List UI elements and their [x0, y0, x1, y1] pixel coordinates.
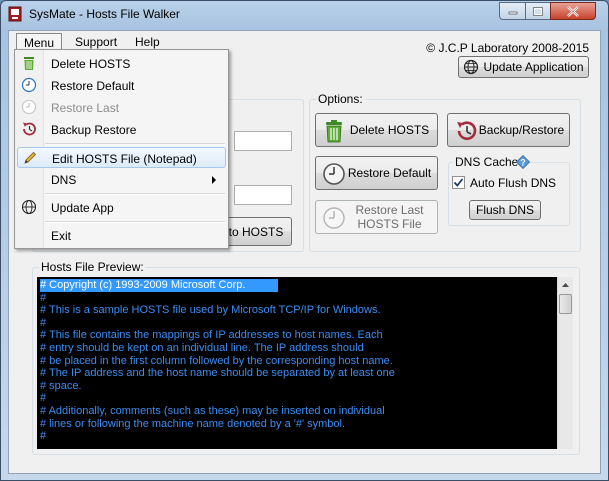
hosts-preview-label: Hosts File Preview: — [39, 260, 146, 274]
vertical-scrollbar[interactable] — [557, 277, 573, 449]
window-title: SysMate - Hosts File Walker — [29, 7, 180, 21]
clock-icon — [323, 163, 345, 185]
scroll-up-button[interactable] — [558, 277, 573, 293]
menu-item-dns[interactable]: DNS — [17, 169, 226, 190]
menu-item-label: Restore Last — [51, 101, 120, 115]
menu-separator — [45, 193, 225, 195]
preview-line: # — [40, 316, 47, 329]
preview-line: # — [40, 392, 47, 405]
ip-address-field[interactable] — [234, 185, 292, 205]
scroll-thumb[interactable] — [559, 294, 572, 314]
pencil-icon — [24, 151, 37, 164]
backup-restore-icon — [457, 121, 477, 140]
globe-icon — [464, 59, 479, 75]
hostname-field[interactable] — [234, 131, 292, 151]
menu-item-delete-hosts[interactable]: Delete HOSTS — [17, 53, 226, 74]
backup-restore-icon — [23, 122, 36, 136]
preview-line: # This file contains the mappings of IP … — [40, 329, 383, 342]
auto-flush-dns-checkbox[interactable] — [452, 176, 465, 189]
menu-item-label: Delete HOSTS — [51, 57, 131, 71]
menu-separator — [45, 221, 225, 223]
clock-faded-icon — [21, 99, 37, 115]
menu-item-update-app[interactable]: Update App — [17, 197, 226, 218]
title-bar[interactable]: SysMate - Hosts File Walker — [1, 1, 608, 27]
svg-text:?: ? — [520, 158, 526, 168]
copyright-text: © J.C.P Laboratory 2008-2015 — [426, 41, 589, 55]
arrow-up-icon — [562, 283, 569, 287]
preview-line: # This is a sample HOSTS file used by Mi… — [40, 304, 381, 317]
flush-dns-button[interactable]: Flush DNS — [469, 200, 541, 220]
hosts-preview-textbox[interactable]: # Copyright (c) 1993-2009 Microsoft Corp… — [37, 277, 573, 449]
menu-separator — [45, 143, 225, 145]
update-application-button[interactable]: Update Application — [458, 56, 589, 78]
app-icon — [8, 6, 22, 22]
delete-hosts-button[interactable]: Delete HOSTS — [315, 113, 438, 147]
clock-icon — [21, 77, 37, 93]
maximize-button[interactable] — [525, 2, 551, 20]
backup-restore-label: Backup/Restore — [478, 123, 565, 137]
trash-icon — [326, 120, 342, 143]
menu-item-label: Exit — [51, 229, 72, 243]
submenu-arrow-icon — [212, 176, 216, 184]
auto-flush-dns-label[interactable]: Auto Flush DNS — [470, 176, 556, 190]
menu-item-label: Restore Default — [51, 79, 135, 93]
options-label: Options: — [316, 92, 365, 106]
menu-item-label: Edit HOSTS File (Notepad) — [52, 152, 197, 166]
preview-line: # — [40, 291, 47, 304]
restore-last-label: Restore Last HOSTS File — [355, 203, 424, 231]
preview-line: # space. — [40, 379, 82, 392]
menu-item-backup-restore[interactable]: Backup Restore — [17, 119, 226, 140]
delete-hosts-label: Delete HOSTS — [349, 123, 430, 137]
dns-cache-label: DNS Cache — [453, 155, 521, 169]
checkmark-icon — [453, 178, 464, 187]
menu-item-restore-last[interactable]: Restore Last — [17, 97, 226, 118]
update-application-label: Update Application — [483, 60, 584, 74]
close-button[interactable] — [550, 2, 596, 20]
minimize-button[interactable] — [499, 2, 526, 20]
menu-item-exit[interactable]: Exit — [17, 225, 226, 246]
preview-line: # entry should be kept on an individual … — [40, 341, 364, 354]
menu-dropdown: Delete HOSTS Restore Default Restore Las… — [14, 49, 229, 249]
menu-item-edit-hosts-file[interactable]: Edit HOSTS File (Notepad) — [17, 147, 226, 168]
restore-default-button[interactable]: Restore Default — [315, 156, 438, 190]
preview-line: # lines or following the machine name de… — [40, 417, 346, 430]
preview-lines: # Copyright (c) 1993-2009 Microsoft Corp… — [40, 279, 552, 443]
menu-item-label: DNS — [51, 173, 77, 187]
preview-line: # — [40, 430, 47, 443]
trash-icon — [24, 57, 34, 70]
help-diamond-icon[interactable]: ? — [516, 155, 530, 169]
menu-item-label: Update App — [51, 201, 114, 215]
backup-restore-button[interactable]: Backup/Restore — [447, 113, 570, 147]
restore-default-label: Restore Default — [347, 166, 432, 180]
globe-icon — [21, 199, 37, 215]
flush-dns-label: Flush DNS — [475, 203, 534, 217]
preview-line: # be placed in the first column followed… — [40, 354, 393, 367]
restore-last-button[interactable]: Restore Last HOSTS File — [315, 200, 438, 234]
menu-item-label: Backup Restore — [51, 123, 137, 137]
minimize-icon — [508, 11, 517, 15]
preview-line: # The IP address and the host name shoul… — [40, 367, 395, 380]
maximize-icon — [533, 6, 543, 16]
clock-faded-icon — [323, 207, 345, 229]
close-icon — [567, 5, 579, 17]
preview-line: # Copyright (c) 1993-2009 Microsoft Corp… — [40, 279, 278, 292]
preview-line: # Additionally, comments (such as these)… — [40, 404, 385, 417]
menu-item-restore-default[interactable]: Restore Default — [17, 75, 226, 96]
